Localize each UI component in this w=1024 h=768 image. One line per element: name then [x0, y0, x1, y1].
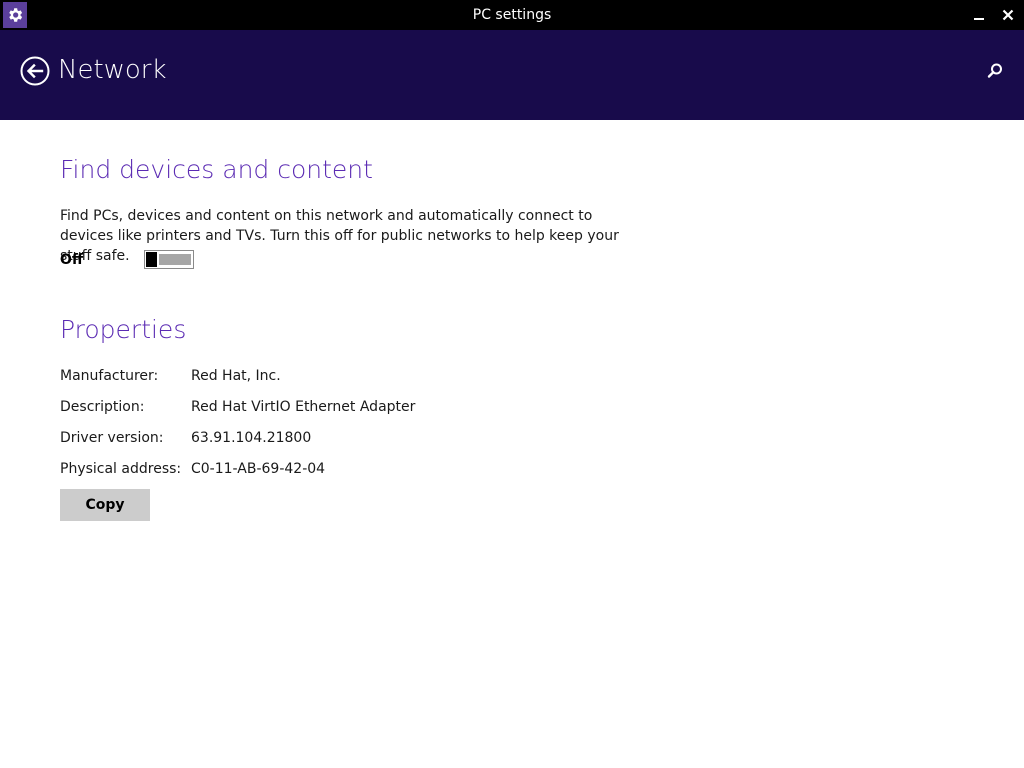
back-button[interactable] [20, 56, 50, 86]
window-title: PC settings [472, 7, 552, 23]
property-value: Red Hat VirtIO Ethernet Adapter [191, 399, 416, 415]
property-row-driver-version: Driver version: 63.91.104.21800 [60, 428, 660, 448]
title-bar: PC settings [0, 0, 1024, 30]
property-row-physical-address: Physical address: C0-11-AB-69-42-04 [60, 459, 660, 479]
minimize-icon [974, 18, 984, 20]
property-label: Physical address: [60, 461, 182, 477]
close-icon [1002, 9, 1014, 21]
find-devices-toggle[interactable] [144, 250, 194, 269]
property-row-manufacturer: Manufacturer: Red Hat, Inc. [60, 366, 660, 386]
property-value: 63.91.104.21800 [191, 430, 312, 446]
find-devices-heading: Find devices and content [60, 155, 373, 184]
page-header: Network [0, 30, 1024, 120]
minimize-button[interactable] [968, 4, 990, 26]
toggle-track [159, 254, 191, 265]
toggle-thumb[interactable] [146, 252, 157, 267]
properties-heading: Properties [60, 315, 187, 344]
property-value: Red Hat, Inc. [191, 368, 281, 384]
property-row-description: Description: Red Hat VirtIO Ethernet Ada… [60, 397, 660, 417]
close-button[interactable] [997, 4, 1019, 26]
property-label: Description: [60, 399, 145, 415]
search-icon [987, 63, 1002, 78]
property-label: Driver version: [60, 430, 164, 446]
page-title: Network [58, 55, 167, 85]
copy-button[interactable]: Copy [60, 489, 150, 521]
property-value: C0-11-AB-69-42-04 [191, 461, 326, 477]
property-label: Manufacturer: [60, 368, 159, 384]
back-arrow-icon [20, 56, 50, 86]
toggle-state-label: Off [60, 252, 84, 268]
search-button[interactable] [985, 61, 1005, 81]
